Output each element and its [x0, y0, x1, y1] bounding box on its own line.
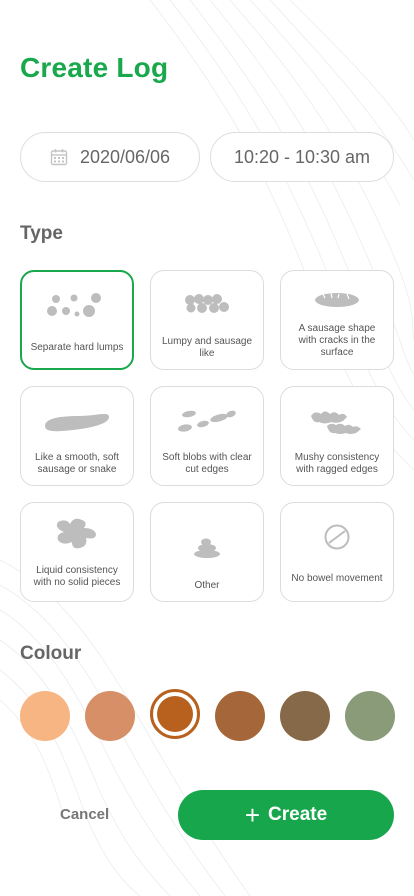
type-option-smooth-sausage[interactable]: Like a smooth, soft sausage or snake — [20, 386, 134, 486]
calendar-icon — [50, 148, 68, 166]
create-button[interactable]: + Create — [178, 790, 394, 840]
separate-lumps-icon — [22, 284, 132, 328]
cancel-button[interactable]: Cancel — [60, 806, 109, 823]
type-option-soft-blobs[interactable]: Soft blobs with clear cut edges — [150, 386, 264, 486]
time-range-picker[interactable]: 10:20 - 10:30 am — [210, 132, 394, 182]
type-option-mushy[interactable]: Mushy consistency with ragged edges — [280, 386, 394, 486]
time-range-value: 10:20 - 10:30 am — [233, 146, 371, 167]
type-option-label: Soft blobs with clear cut edges — [162, 452, 252, 475]
type-option-no-bowel-movement[interactable]: No bowel movement — [280, 502, 394, 602]
colour-section-label: Colour — [20, 643, 82, 664]
other-icon — [151, 521, 263, 571]
colour-swatch-dark-brown[interactable] — [280, 691, 330, 741]
smooth-sausage-icon — [21, 399, 133, 443]
type-option-label: Mushy consistency with ragged edges — [294, 452, 380, 475]
page-title: Create Log — [20, 52, 169, 83]
cracked-sausage-icon — [281, 287, 393, 313]
date-picker[interactable]: 2020/06/06 — [20, 132, 200, 182]
type-option-label: Lumpy and sausage like — [161, 336, 253, 359]
type-option-label: No bowel movement — [291, 573, 383, 584]
colour-swatch-sage-green[interactable] — [345, 691, 395, 741]
colour-swatch-rust[interactable] — [157, 696, 193, 732]
type-option-lumpy-sausage[interactable]: Lumpy and sausage like — [150, 270, 264, 370]
colour-swatch-tan[interactable] — [85, 691, 135, 741]
type-option-label: A sausage shape with cracks in the surfa… — [298, 323, 376, 358]
liquid-icon — [21, 513, 133, 553]
plus-icon: + — [244, 800, 261, 830]
type-option-label: Other — [194, 580, 220, 591]
type-option-cracked-sausage[interactable]: A sausage shape with cracks in the surfa… — [280, 270, 394, 370]
type-option-other[interactable]: Other — [150, 502, 264, 602]
create-log-screen: Create Log 2020/06/06 10:20 - 10:30 am T… — [0, 0, 414, 896]
colour-swatch-light-orange[interactable] — [20, 691, 70, 741]
type-option-label: Liquid consistency with no solid pieces — [33, 565, 121, 588]
type-option-label: Separate hard lumps — [30, 342, 124, 353]
soft-blobs-icon — [151, 399, 263, 443]
type-section-label: Type — [20, 223, 63, 244]
create-button-label: Create — [268, 804, 328, 825]
type-option-label: Like a smooth, soft sausage or snake — [35, 452, 119, 475]
colour-swatch-brown[interactable] — [215, 691, 265, 741]
type-option-liquid[interactable]: Liquid consistency with no solid pieces — [20, 502, 134, 602]
no-entry-icon — [281, 517, 393, 557]
lumpy-sausage-icon — [151, 283, 263, 327]
date-value: 2020/06/06 — [79, 146, 171, 167]
mushy-icon — [281, 399, 393, 443]
type-option-separate-lumps[interactable]: Separate hard lumps — [20, 270, 134, 370]
